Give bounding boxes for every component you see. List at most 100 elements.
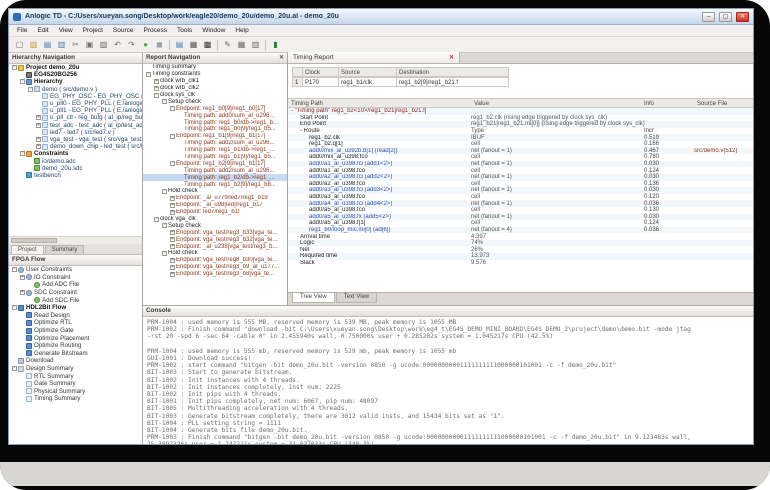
- collapse-icon[interactable]: -: [28, 87, 33, 92]
- report-item[interactable]: -Endpoint: reg1_b0[9]/reg1_b0[17]: [143, 105, 287, 112]
- flow-item[interactable]: Gate Summary: [9, 380, 142, 388]
- timing-table-row[interactable]: Slack9.576: [288, 260, 753, 267]
- report-item[interactable]: Timing path: reg1_b0/db->reg1_b...: [143, 119, 287, 126]
- hierarchy-item[interactable]: u_pll0 - EG_PHY_PLL ( E:/anlogic/TD4.2/a…: [9, 100, 142, 107]
- timing-table-row[interactable]: Net26%: [288, 246, 753, 253]
- report-item[interactable]: Timing summary: [143, 64, 287, 71]
- copy-icon[interactable]: ▣: [83, 38, 96, 51]
- timing-table-row[interactable]: add0/a2_al_u398.fcocell0.136: [288, 181, 753, 188]
- expand-icon[interactable]: +: [154, 79, 159, 84]
- sim-doc-icon[interactable]: ▤: [173, 38, 186, 51]
- report-item[interactable]: -Endpoint: reg1_b1[9]/reg1_b1[17]: [143, 133, 287, 140]
- timing-table-row[interactable]: add0/a2_al_u398.fci (add2<2>)net (fanout…: [288, 174, 753, 181]
- menu-process[interactable]: Process: [139, 27, 172, 34]
- flow-item[interactable]: -User Constraints: [9, 266, 142, 274]
- flow-item[interactable]: Optimize RTL: [9, 319, 142, 327]
- report-item[interactable]: +Endpoint: vga_test/reg3_b32[vga_te...: [143, 236, 287, 243]
- timing-table-row[interactable]: add0/a5_al_u398.f[1]cell0.124: [288, 220, 753, 227]
- tab-timing-report[interactable]: Timing Report ✕: [288, 52, 460, 63]
- collapse-icon[interactable]: -: [170, 161, 175, 166]
- expand-icon[interactable]: +: [170, 244, 175, 249]
- flow-item[interactable]: Generate Bitstream: [9, 350, 142, 358]
- hierarchy-item[interactable]: demo_20u.sdc: [9, 165, 142, 172]
- menu-edit[interactable]: Edit: [32, 27, 53, 34]
- hierarchy-item[interactable]: +vga_test - vga_test ( src/vga_test.v ): [9, 136, 142, 143]
- report-item[interactable]: Timing path: add2/sum_al_u296...: [143, 140, 287, 147]
- report-item[interactable]: Timing path: reg1_b2/db->reg1_...: [143, 174, 287, 181]
- flow-item[interactable]: Download: [9, 357, 142, 365]
- timing-table-row[interactable]: reg1_b2.q[1]cell0.166: [288, 141, 753, 148]
- hierarchy-item[interactable]: +demo_down_chip - led_test ( src/led_tes…: [9, 143, 142, 150]
- report-item[interactable]: -Setup check: [143, 222, 287, 229]
- flow-item[interactable]: Physical Summary: [9, 388, 142, 396]
- flow-item[interactable]: Timing Summary: [9, 395, 142, 403]
- report-item[interactable]: +Endpoint: _al_u238[vga_test/reg3_b...: [143, 243, 287, 250]
- timing-table-row[interactable]: - RouteTypeIncr: [288, 128, 753, 135]
- menu-window[interactable]: Window: [197, 27, 230, 34]
- expand-icon[interactable]: +: [170, 237, 175, 242]
- collapse-icon[interactable]: -: [162, 99, 167, 104]
- flow-item[interactable]: Read Design: [9, 312, 142, 320]
- expand-icon[interactable]: +: [36, 123, 41, 128]
- menu-tools[interactable]: Tools: [172, 27, 197, 34]
- collapse-icon[interactable]: -: [12, 65, 17, 70]
- table-icon[interactable]: ▦: [235, 38, 248, 51]
- expand-icon[interactable]: +: [36, 115, 41, 120]
- hierarchy-item[interactable]: EG4S20BG256: [9, 71, 142, 78]
- report-item[interactable]: +clock wrb_clk2: [143, 85, 287, 92]
- hierarchy-item[interactable]: +test_adc - test_adc ( al_ip/test_adc.v …: [9, 122, 142, 129]
- maximize-button[interactable]: ▢: [719, 12, 732, 22]
- undo-icon[interactable]: ↶: [111, 38, 124, 51]
- minimize-button[interactable]: –: [702, 12, 715, 22]
- timing-table-row[interactable]: add0/a5_al_u398.fcocell0.130: [288, 207, 753, 214]
- report-item[interactable]: -Hold check: [143, 188, 287, 195]
- report-item[interactable]: +Endpoint: vga_test/reg8_b30[vga_te...: [143, 257, 287, 264]
- summary-icon[interactable]: ▥: [249, 38, 262, 51]
- close-tab-icon[interactable]: ✕: [449, 54, 454, 61]
- clock-cell[interactable]: P170: [303, 77, 339, 87]
- report-doc-icon[interactable]: ▩: [201, 38, 214, 51]
- report-item[interactable]: -Setup check: [143, 98, 287, 105]
- report-item[interactable]: Timing path: reg1_b2[9]/reg1_b8...: [143, 181, 287, 188]
- timing-table-row[interactable]: Start Pointreg1_b2.clk (rising edge trig…: [288, 115, 753, 122]
- expand-icon[interactable]: +: [20, 275, 25, 280]
- timing-table-row[interactable]: add0/mix_al_u398.fcocell0.780: [288, 154, 753, 161]
- collapse-icon[interactable]: -: [146, 72, 151, 77]
- menu-help[interactable]: Help: [230, 27, 253, 34]
- report-item[interactable]: +Endpoint: _al_u779/led7/reg1_b19: [143, 195, 287, 202]
- tab-text-view[interactable]: Text View: [336, 293, 378, 303]
- timing-table-row[interactable]: End Pointreg1_b21[reg1_b21.mi[0]] (risin…: [288, 121, 753, 128]
- hierarchy-item[interactable]: +u_pll_ctl - reg_bufg ( al_ip/reg_bufg.v…: [9, 114, 142, 121]
- report-item[interactable]: Timing path: add0/sum_al_u296...: [143, 112, 287, 119]
- report-item[interactable]: +Endpoint: _al_u98[led]/reg1_b17: [143, 202, 287, 209]
- expand-icon[interactable]: +: [170, 203, 175, 208]
- hierarchy-item[interactable]: -Hierarchy: [9, 78, 142, 85]
- hierarchy-item[interactable]: -demo ( src/demo.v ): [9, 86, 142, 93]
- timing-table-row[interactable]: add0/a4_al_u398.fci (add4<2>)net (fanout…: [288, 200, 753, 207]
- report-item[interactable]: +Endpoint: led7/reg1_b1f: [143, 209, 287, 216]
- paste-icon[interactable]: ▨: [97, 38, 110, 51]
- expand-icon[interactable]: +: [36, 144, 41, 149]
- timing-table-row[interactable]: reg1_b2.clkIBUF0.519: [288, 134, 753, 141]
- report-item[interactable]: -clock vga_clk: [143, 216, 287, 223]
- destination-cell[interactable]: reg1_b2[9]/reg1_b21.f: [397, 77, 509, 87]
- expand-icon[interactable]: +: [170, 258, 175, 263]
- console-log[interactable]: PRM-1004 : used memory is 555 MB, reserv…: [143, 317, 753, 444]
- scrollbar-thumb[interactable]: [11, 238, 57, 243]
- save-all-icon[interactable]: ▥: [55, 38, 68, 51]
- collapse-icon[interactable]: -: [12, 267, 17, 272]
- report-item[interactable]: Timing path: reg1_b1/db->reg1_...: [143, 147, 287, 154]
- expand-icon[interactable]: +: [36, 137, 41, 142]
- hierarchy-item[interactable]: testbench: [9, 172, 142, 179]
- report-item[interactable]: -Hold check: [143, 250, 287, 257]
- collapse-icon[interactable]: -: [154, 217, 159, 222]
- redo-icon[interactable]: ↷: [125, 38, 138, 51]
- report-item[interactable]: Timing path: reg1_b0[9]/reg1_b5...: [143, 126, 287, 133]
- expand-icon[interactable]: +: [20, 290, 25, 295]
- flow-item[interactable]: -Design Summary: [9, 365, 142, 373]
- flow-item[interactable]: RTL Summary: [9, 372, 142, 380]
- expand-icon[interactable]: +: [170, 210, 175, 215]
- tab-tree-view[interactable]: Tree View: [292, 293, 335, 303]
- timing-table-row[interactable]: add0/a1_al_u398.fci (add1<2>)net (fanout…: [288, 161, 753, 168]
- collapse-icon[interactable]: -: [162, 223, 167, 228]
